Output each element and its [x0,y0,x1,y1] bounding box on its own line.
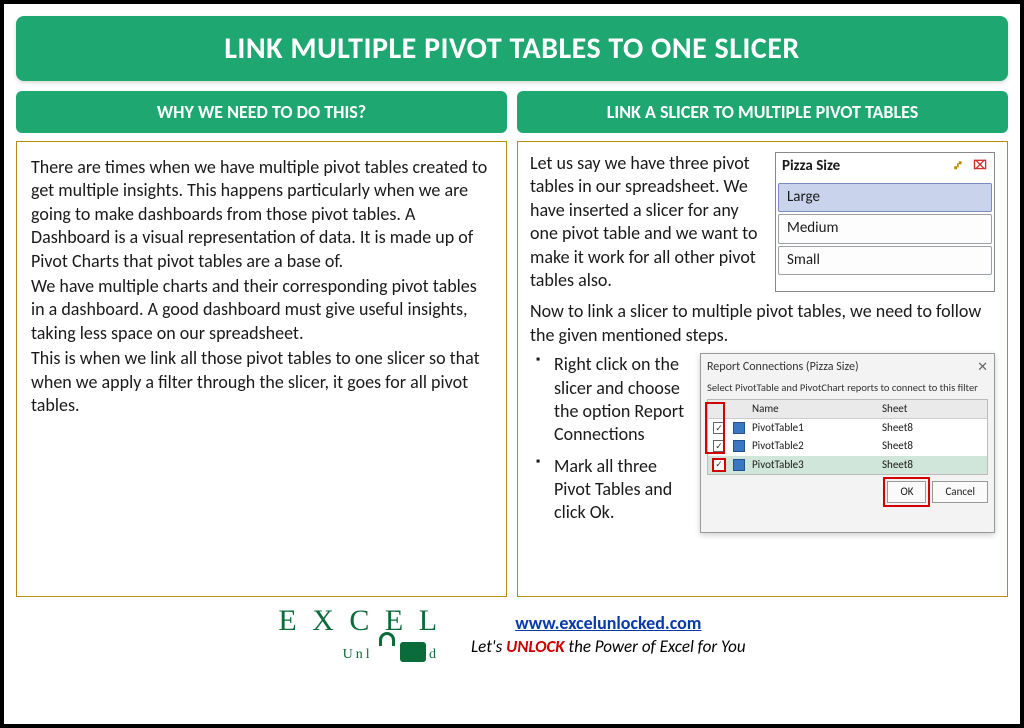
tag-post: the Power of Excel for You [565,636,746,657]
slicer-option-medium[interactable]: Medium [778,214,992,244]
report-connections-dialog[interactable]: Report Connections (Pizza Size) ✕ Select… [700,353,995,533]
step-1: Right click on the slicer and choose the… [536,353,690,447]
row2-sheet: Sheet8 [878,437,987,455]
row1-name: PivotTable1 [748,419,878,437]
pivot-icon [733,422,745,434]
row3-name: PivotTable3 [748,456,878,474]
ok-button[interactable]: OK [887,481,926,503]
slicer-option-small[interactable]: Small [778,246,992,276]
row2-name: PivotTable2 [748,437,878,455]
page-title: LINK MULTIPLE PIVOT TABLES TO ONE SLICER [16,16,1008,81]
tag-unlock: UNLOCK [506,636,564,657]
right-content: Let us say we have three pivot tables in… [517,141,1008,597]
left-column: WHY WE NEED TO DO THIS? There are times … [16,91,507,597]
right-header: LINK A SLICER TO MULTIPLE PIVOT TABLES [517,91,1008,133]
site-url[interactable]: www.excelunlocked.com [515,612,701,634]
col-name: Name [748,400,878,418]
dialog-subtitle: Select PivotTable and PivotChart reports… [707,381,988,395]
slicer-option-large[interactable]: Large [778,183,992,213]
footer: E X C E L Unlcked www.excelunlocked.com … [16,607,1008,662]
slicer-widget[interactable]: Pizza Size ⑇ ⌧ Large Medium Small [775,152,995,292]
logo: E X C E L Unlcked [278,607,441,662]
highlight-checkboxes [705,402,725,454]
checkbox-3[interactable]: ✓ [713,459,725,471]
left-para-2: We have multiple charts and their corres… [31,275,492,345]
col-sheet: Sheet [878,400,987,418]
clear-filter-icon[interactable]: ⌧ [972,159,988,175]
right-mid: Now to link a slicer to multiple pivot t… [530,300,995,347]
content-columns: WHY WE NEED TO DO THIS? There are times … [16,91,1008,597]
dialog-table: Name Sheet ✓ PivotTable1 Sheet8 ✓ [707,399,988,475]
left-para-1: There are times when we have multiple pi… [31,156,492,273]
row3-sheet: Sheet8 [878,456,987,474]
tag-pre: Let's [471,636,506,657]
row1-sheet: Sheet8 [878,419,987,437]
left-para-3: This is when we link all those pivot tab… [31,347,492,417]
left-content: There are times when we have multiple pi… [16,141,507,597]
right-intro: Let us say we have three pivot tables in… [530,152,765,292]
multi-select-icon[interactable]: ⑇ [950,159,966,175]
step-2: Mark all three Pivot Tables and click Ok… [536,455,690,525]
tagline: Let's UNLOCK the Power of Excel for You [471,636,746,657]
close-icon[interactable]: ✕ [977,360,988,377]
steps-list: Right click on the slicer and choose the… [530,353,690,533]
cancel-button[interactable]: Cancel [932,481,988,503]
pivot-icon [733,459,745,471]
lock-icon [374,632,400,662]
right-column: LINK A SLICER TO MULTIPLE PIVOT TABLES L… [517,91,1008,597]
pivot-icon [733,440,745,452]
dialog-title: Report Connections (Pizza Size) [707,360,859,377]
left-header: WHY WE NEED TO DO THIS? [16,91,507,133]
slicer-title: Pizza Size [782,157,840,177]
